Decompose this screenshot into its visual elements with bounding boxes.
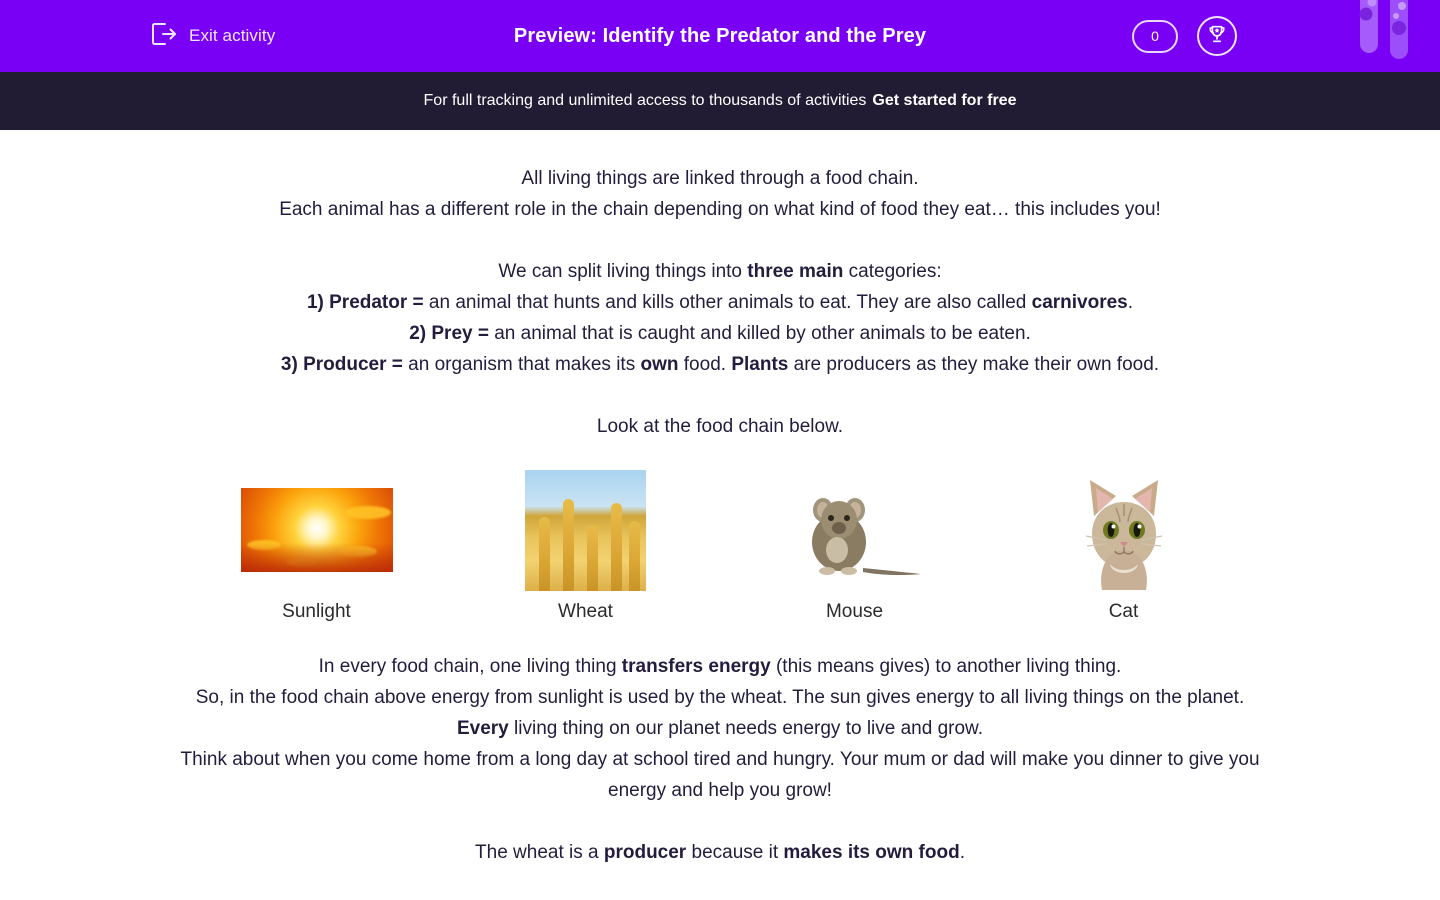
categories-heading-bold: three main [747, 261, 844, 282]
food-chain-row: Sunlight Wheat Mouse Cat [0, 468, 1440, 623]
food-chain-item-wheat: Wheat [510, 468, 662, 623]
energy-line-2: So, in the food chain above energy from … [195, 687, 1245, 708]
food-chain-item-cat: Cat [1048, 468, 1200, 623]
exit-activity-label: Exit activity [189, 26, 276, 45]
category-predator-tail: . [1127, 292, 1134, 313]
category-producer-plants: Plants [731, 354, 789, 375]
category-predator-text: an animal that hunts and kills other ani… [423, 292, 1032, 313]
category-prey-term: 2) Prey = [409, 323, 489, 344]
trophy-button[interactable] [1197, 16, 1237, 56]
intro-line-2: Each animal has a different role in the … [279, 199, 1161, 220]
mouse-photo [778, 476, 931, 584]
category-prey: 2) Prey = an animal that is caught and k… [145, 318, 1295, 349]
intro-line-1: All living things are linked through a f… [521, 168, 919, 189]
score-badge[interactable]: 0 [1132, 19, 1178, 53]
category-producer-term: 3) Producer = [280, 354, 403, 375]
closing-line: The wheat is a producer because it makes… [145, 837, 1295, 868]
category-prey-text: an animal that is caught and killed by o… [488, 323, 1031, 344]
cat-figure [1048, 468, 1200, 592]
category-producer-bold: own [640, 354, 679, 375]
wheat-photo [525, 469, 646, 591]
promo-banner: For full tracking and unlimited access t… [0, 72, 1440, 130]
closing-e: . [959, 842, 965, 863]
category-producer-tail: are producers as they make their own foo… [788, 354, 1160, 375]
exit-activity-button[interactable]: Exit activity [150, 21, 275, 52]
cat-photo [1075, 468, 1172, 592]
sunlight-figure [240, 468, 393, 592]
trophy-icon [1206, 23, 1228, 50]
mouse-figure [778, 468, 931, 592]
top-navigation-bar: Exit activity Preview: Identify the Pred… [0, 0, 1440, 72]
categories-heading: We can split living things into three ma… [145, 256, 1295, 287]
wheat-figure [510, 468, 662, 592]
food-chain-prompt: Look at the food chain below. [596, 416, 844, 437]
category-producer-mid: food. [678, 354, 732, 375]
food-chain-item-mouse: Mouse [778, 468, 931, 623]
energy-line-1b: (this means gives) to another living thi… [770, 656, 1122, 677]
food-chain-label-wheat: Wheat [558, 601, 613, 622]
food-chain-label-cat: Cat [1108, 601, 1139, 622]
exit-arrow-icon [150, 21, 178, 52]
closing-a: The wheat is a [475, 842, 604, 863]
food-chain-item-sunlight: Sunlight [240, 468, 393, 623]
sunlight-photo [240, 488, 393, 572]
closing-makes-own-food: makes its own food [783, 842, 960, 863]
activity-content: All living things are linked through a f… [0, 130, 1440, 868]
category-producer-text: an organism that makes its [402, 354, 641, 375]
promo-text: For full tracking and unlimited access t… [423, 92, 867, 109]
energy-line-1: In every food chain, one living thing tr… [145, 651, 1295, 682]
closing-producer: producer [603, 842, 687, 863]
category-predator-bold: carnivores [1031, 292, 1128, 313]
closing-c: because it [686, 842, 784, 863]
category-predator: 1) Predator = an animal that hunts and k… [145, 287, 1295, 318]
topbar-actions: 0 [1132, 16, 1237, 56]
energy-line-1-bold: transfers energy [621, 656, 771, 677]
get-started-link[interactable]: Get started for free [872, 92, 1016, 110]
category-predator-term: 1) Predator = [306, 292, 424, 313]
food-chain-label-sunlight: Sunlight [282, 601, 351, 622]
energy-line-3-text: living thing on our planet needs energy … [508, 718, 984, 739]
category-producer: 3) Producer = an organism that makes its… [145, 349, 1295, 380]
energy-line-1a: In every food chain, one living thing [318, 656, 622, 677]
test-tubes-decoration-icon [1350, 0, 1420, 72]
energy-line-3-bold: Every [456, 718, 509, 739]
energy-line-3: Every living thing on our planet needs e… [145, 713, 1295, 744]
categories-heading-post: categories: [843, 261, 942, 282]
food-chain-label-mouse: Mouse [825, 601, 884, 622]
categories-heading-pre: We can split living things into [498, 261, 748, 282]
energy-line-4: Think about when you come home from a lo… [180, 749, 1260, 801]
